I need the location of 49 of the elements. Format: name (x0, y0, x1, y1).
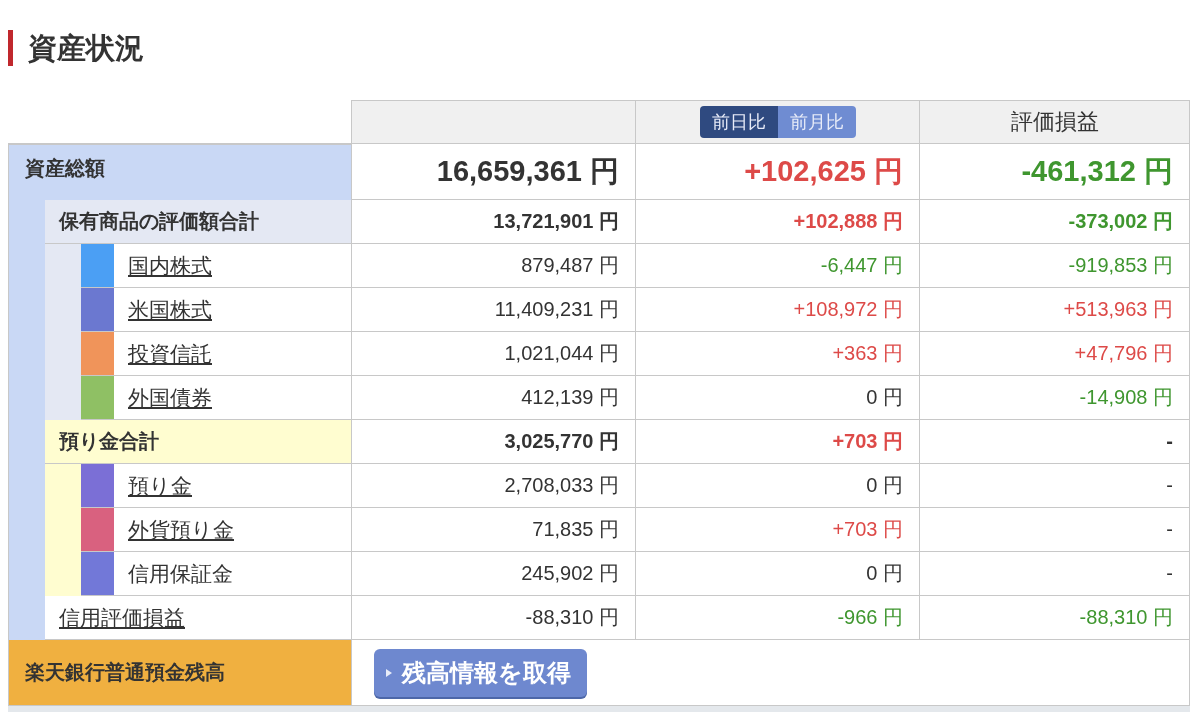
amount-cell: 412,139 円 (352, 376, 636, 420)
account-link[interactable]: 米国株式 (128, 295, 212, 324)
amount-cell: 879,487 円 (352, 244, 636, 288)
section-title: 資産状況 (8, 30, 144, 66)
change-cell: +703 円 (636, 420, 920, 464)
row-label: 保有商品の評価額合計 (59, 209, 259, 234)
profit-loss-cell: +47,796 円 (920, 332, 1190, 376)
change-cell: +102,888 円 (636, 200, 920, 244)
row-label: 楽天銀行普通預金残高 (25, 660, 225, 685)
account-link[interactable]: 預り金 (128, 471, 192, 500)
comparison-tab[interactable]: 前日比 (699, 106, 778, 138)
profit-loss-cell: -373,002 円 (920, 200, 1190, 244)
change-cell: 0 円 (636, 464, 920, 508)
profit-loss-cell: -14,908 円 (920, 376, 1190, 420)
column-header: 評価損益 (920, 100, 1190, 144)
amount-cell: 1,021,044 円 (352, 332, 636, 376)
profit-loss-cell: - (920, 552, 1190, 596)
amount-cell: 2,708,033 円 (352, 464, 636, 508)
row-label: 資産総額 (25, 156, 105, 181)
account-link[interactable]: 外国債券 (128, 383, 212, 412)
amount-cell: -88,310 円 (352, 596, 636, 640)
change-cell: +108,972 円 (636, 288, 920, 332)
amount-cell: 16,659,361 円 (352, 144, 636, 200)
profit-loss-cell: - (920, 420, 1190, 464)
change-cell: 0 円 (636, 552, 920, 596)
row-label: 信用保証金 (128, 560, 233, 587)
play-icon (386, 668, 392, 677)
profit-loss-cell: - (920, 464, 1190, 508)
change-cell: 0 円 (636, 376, 920, 420)
change-cell: +703 円 (636, 508, 920, 552)
change-cell: +102,625 円 (636, 144, 920, 200)
change-cell: +363 円 (636, 332, 920, 376)
amount-cell: 3,025,770 円 (352, 420, 636, 464)
account-link[interactable]: 外貨預り金 (128, 515, 234, 544)
profit-loss-cell: - (920, 508, 1190, 552)
amount-cell: 13,721,901 円 (352, 200, 636, 244)
change-cell: -6,447 円 (636, 244, 920, 288)
amount-cell: 11,409,231 円 (352, 288, 636, 332)
account-link[interactable]: 信用評価損益 (59, 603, 185, 632)
profit-loss-cell: -88,310 円 (920, 596, 1190, 640)
account-link[interactable]: 国内株式 (128, 251, 212, 280)
amount-cell: 245,902 円 (352, 552, 636, 596)
change-cell: -966 円 (636, 596, 920, 640)
amount-cell: 71,835 円 (352, 508, 636, 552)
profit-loss-cell: -461,312 円 (920, 144, 1190, 200)
profit-loss-cell: +513,963 円 (920, 288, 1190, 332)
account-link[interactable]: 投資信託 (128, 339, 212, 368)
row-label: 預り金合計 (59, 429, 159, 454)
profit-loss-cell: -919,853 円 (920, 244, 1190, 288)
